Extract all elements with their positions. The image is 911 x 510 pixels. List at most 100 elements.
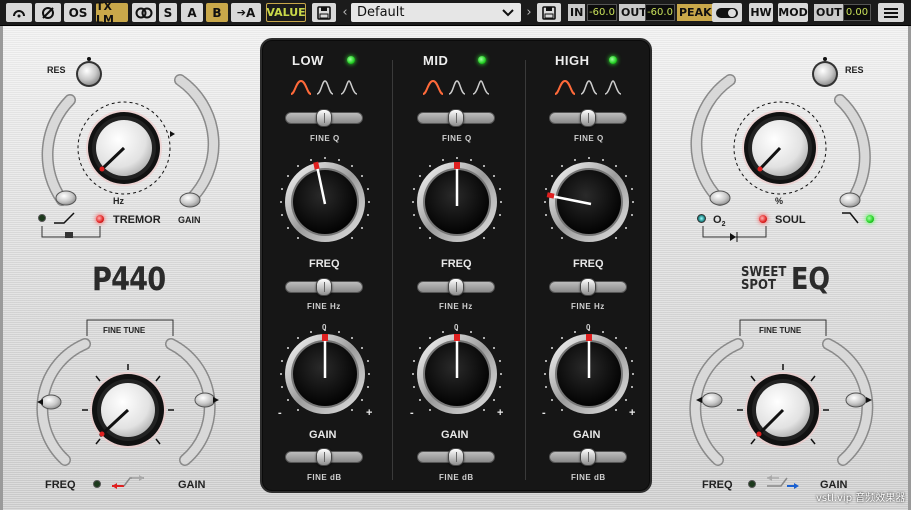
solo-button[interactable]: S bbox=[159, 3, 177, 22]
freq-knob-low[interactable] bbox=[277, 154, 373, 250]
peak-button[interactable]: PEAK bbox=[677, 4, 714, 21]
lock-icon bbox=[65, 232, 73, 238]
freq-label-mid: FREQ bbox=[441, 258, 472, 270]
fine-hz-label-mid: FINE Hz bbox=[439, 302, 473, 311]
save-button[interactable] bbox=[312, 3, 336, 22]
freq-knob-mid[interactable] bbox=[409, 154, 505, 250]
right-green-led[interactable] bbox=[866, 215, 874, 223]
freq-label-high: FREQ bbox=[573, 258, 604, 270]
gain-knob-mid[interactable] bbox=[409, 326, 505, 422]
menu-button[interactable] bbox=[878, 3, 904, 22]
gain-knob-high[interactable] bbox=[541, 326, 637, 422]
fine-q-label-high: FINE Q bbox=[574, 134, 604, 143]
toggle-switch[interactable] bbox=[712, 3, 742, 22]
brand-line2: SPOT bbox=[741, 278, 776, 293]
left-freq-label: FREQ bbox=[45, 479, 76, 491]
fine-q-thumb-mid[interactable] bbox=[448, 109, 464, 127]
band-led-high[interactable] bbox=[609, 56, 617, 64]
toolbar: OS TX LM S A B ➔ A VALUE ‹ Default › IN -… bbox=[0, 0, 911, 26]
band-led-low[interactable] bbox=[347, 56, 355, 64]
right-fine-tune-knob[interactable] bbox=[735, 362, 831, 458]
left-hz-label: Hz bbox=[113, 196, 124, 206]
bell-wide-icon bbox=[554, 79, 576, 95]
bell-mid-icon bbox=[580, 80, 598, 95]
fine-hz-thumb-mid[interactable] bbox=[448, 278, 464, 296]
value-button[interactable]: VALUE bbox=[266, 3, 306, 22]
freq-knob-high[interactable] bbox=[541, 154, 637, 250]
arrow-right-icon: ➔ bbox=[236, 6, 246, 19]
next-preset-button[interactable]: › bbox=[524, 3, 534, 22]
band-shape-selector-high[interactable] bbox=[553, 78, 625, 96]
undo-icon bbox=[13, 9, 25, 17]
left-freq-led[interactable] bbox=[93, 480, 101, 488]
mod-button[interactable]: MOD bbox=[778, 3, 808, 22]
left-hz-knob[interactable] bbox=[68, 95, 188, 205]
chevron-right-icon: › bbox=[526, 5, 532, 20]
bell-mid-icon bbox=[448, 80, 466, 95]
gain-minus-low: - bbox=[278, 407, 282, 419]
bell-narrow-icon bbox=[604, 80, 622, 95]
left-gain-top-label: GAIN bbox=[178, 215, 201, 225]
band-name-low: LOW bbox=[292, 53, 324, 68]
copy-to-a-button[interactable]: ➔ A bbox=[231, 3, 261, 22]
right-slope-icon[interactable] bbox=[840, 210, 860, 226]
band-shape-selector-low[interactable] bbox=[289, 78, 361, 96]
fine-q-thumb-high[interactable] bbox=[580, 109, 596, 127]
fine-q-label-low: FINE Q bbox=[310, 134, 340, 143]
band-divider-1 bbox=[392, 60, 393, 480]
phase-button[interactable] bbox=[35, 3, 61, 22]
gain-minus-mid: - bbox=[410, 407, 414, 419]
right-percent-knob[interactable] bbox=[722, 95, 842, 205]
left-bypass-led[interactable] bbox=[38, 214, 46, 222]
bell-wide-icon bbox=[422, 79, 444, 95]
hw-button[interactable]: HW bbox=[749, 3, 773, 22]
tremor-led[interactable] bbox=[96, 215, 104, 223]
fine-hz-thumb-low[interactable] bbox=[316, 278, 332, 296]
bell-narrow-icon bbox=[340, 80, 358, 95]
fine-q-label-mid: FINE Q bbox=[442, 134, 472, 143]
stereo-link-button[interactable] bbox=[132, 3, 156, 22]
hamburger-icon bbox=[884, 7, 898, 18]
brand-sweet-spot: SWEET SPOT bbox=[741, 266, 786, 292]
tremor-label: TREMOR bbox=[113, 214, 161, 226]
band-led-mid[interactable] bbox=[478, 56, 486, 64]
soul-label: SOUL bbox=[775, 214, 806, 226]
preset-save-button[interactable] bbox=[537, 3, 561, 22]
band-shape-selector-mid[interactable] bbox=[421, 78, 493, 96]
fine-hz-thumb-high[interactable] bbox=[580, 278, 596, 296]
prev-preset-button[interactable]: ‹ bbox=[340, 3, 350, 22]
out-trim-value[interactable]: 0.00 bbox=[843, 4, 871, 21]
right-direction-icon[interactable] bbox=[765, 474, 801, 490]
link-bracket bbox=[41, 226, 101, 238]
fine-q-thumb-low[interactable] bbox=[316, 109, 332, 127]
preset-dropdown[interactable]: Default bbox=[351, 3, 521, 22]
a-button[interactable]: A bbox=[181, 3, 203, 22]
out-trim-label: OUT bbox=[814, 4, 844, 21]
soul-led[interactable] bbox=[759, 215, 767, 223]
gain-plus-low: + bbox=[366, 407, 373, 419]
band-name-mid: MID bbox=[423, 53, 449, 68]
fine-db-label-high: FINE dB bbox=[571, 473, 606, 482]
tx-lm-button[interactable]: TX LM bbox=[96, 0, 128, 26]
fine-db-thumb-high[interactable] bbox=[580, 448, 596, 466]
left-direction-icon[interactable] bbox=[110, 474, 146, 490]
b-button[interactable]: B bbox=[206, 3, 228, 22]
fine-db-thumb-mid[interactable] bbox=[448, 448, 464, 466]
chevron-down-icon bbox=[502, 9, 514, 17]
gain-label-low: GAIN bbox=[309, 429, 337, 441]
undo-button[interactable] bbox=[6, 3, 32, 22]
right-freq-label: FREQ bbox=[702, 479, 733, 491]
model-title: P440 bbox=[92, 260, 166, 298]
gain-plus-mid: + bbox=[497, 407, 504, 419]
right-freq-led[interactable] bbox=[748, 480, 756, 488]
gain-knob-low[interactable] bbox=[277, 326, 373, 422]
os-button[interactable]: OS bbox=[64, 3, 92, 22]
preset-name: Default bbox=[357, 5, 405, 20]
bell-wide-icon bbox=[290, 79, 312, 95]
left-fine-tune-knob[interactable] bbox=[80, 362, 176, 458]
copy-target-label: A bbox=[245, 5, 256, 20]
fine-db-thumb-low[interactable] bbox=[316, 448, 332, 466]
gain-plus-high: + bbox=[629, 407, 636, 419]
o2-led[interactable] bbox=[697, 214, 706, 223]
fine-hz-label-high: FINE Hz bbox=[571, 302, 605, 311]
